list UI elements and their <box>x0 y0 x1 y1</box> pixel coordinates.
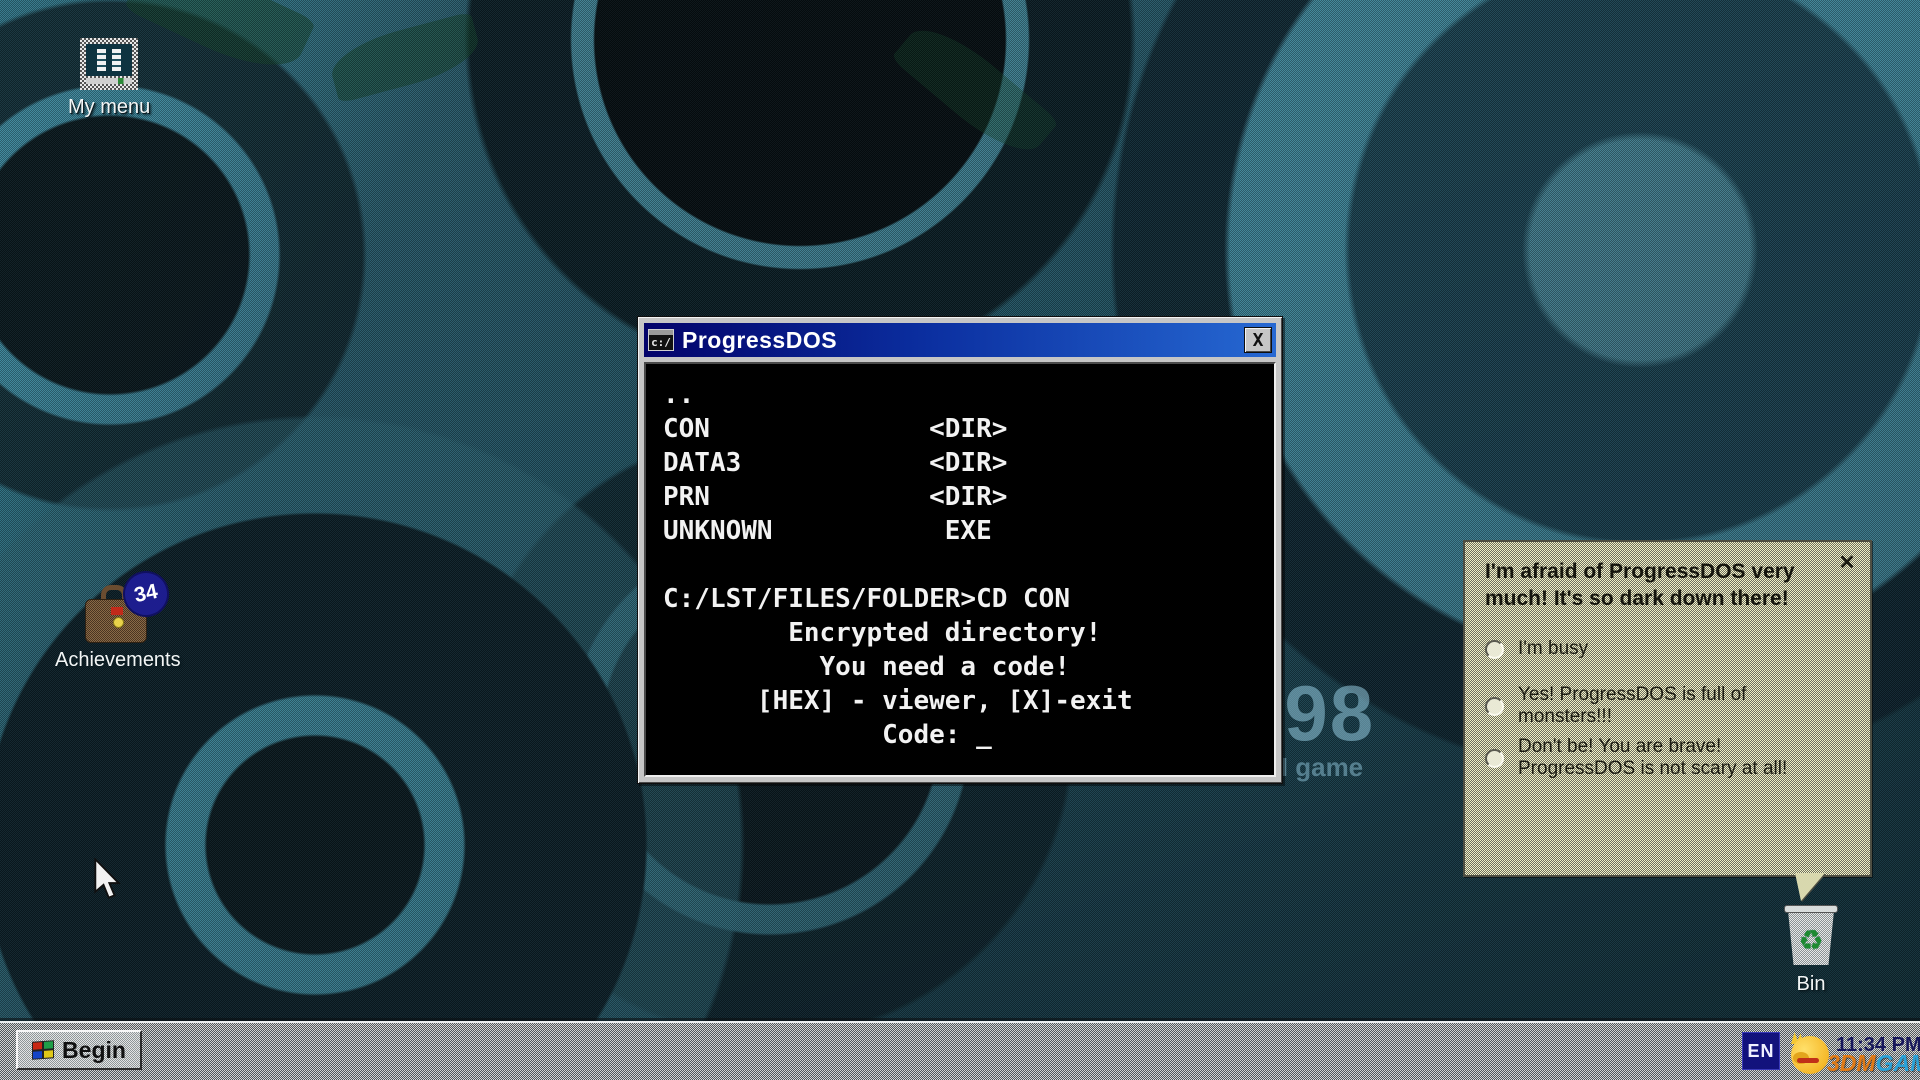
option-label: I'm busy <box>1518 638 1589 659</box>
close-button[interactable]: X <box>1244 327 1272 353</box>
screen: r98 UI game My menu 34 Achievements ♻ Bi… <box>0 0 1920 1080</box>
msdos-icon: c:/ <box>648 329 674 351</box>
language-indicator[interactable]: EN <box>1742 1032 1780 1070</box>
taskbar: Begin EN 11:34 PM <box>0 1021 1920 1080</box>
bubble-close-icon[interactable]: ✕ <box>1836 552 1858 574</box>
radio-button[interactable] <box>1485 696 1504 716</box>
watermark: 3DMGAME <box>1827 1050 1920 1077</box>
mouse-cursor <box>92 856 122 905</box>
assistant-speech-bubble: I'm afraid of ProgressDOS very much! It'… <box>1463 540 1872 901</box>
window-titlebar[interactable]: c:/ ProgressDOS X <box>644 323 1276 357</box>
terminal-text: .. CON <DIR> DATA3 <DIR> PRN <DIR> UNKNO… <box>663 380 1133 750</box>
dos-terminal[interactable]: .. CON <DIR> DATA3 <DIR> PRN <DIR> UNKNO… <box>644 362 1276 777</box>
recycle-symbol: ♻ <box>1798 925 1824 956</box>
radio-button[interactable] <box>1485 639 1504 659</box>
speech-bubble-tail <box>1795 873 1825 901</box>
desktop-icon-my-menu[interactable]: My menu <box>68 38 150 119</box>
progressdos-window: c:/ ProgressDOS X .. CON <DIR> DATA3 <DI… <box>637 316 1283 784</box>
bubble-message: I'm afraid of ProgressDOS very much! It'… <box>1485 560 1795 610</box>
foliage-decoration <box>123 0 317 85</box>
watermark-part2: GAME <box>1875 1050 1920 1076</box>
watermark-part1: 3DM <box>1827 1050 1876 1076</box>
option-full-of-monsters[interactable]: Yes! ProgressDOS is full of monsters!!! <box>1485 684 1832 728</box>
chick-tray-icon[interactable] <box>1789 1032 1831 1076</box>
option-im-busy[interactable]: I'm busy <box>1485 638 1832 660</box>
foliage-decoration <box>325 11 485 104</box>
my-menu-label: My menu <box>68 96 151 118</box>
begin-button[interactable]: Begin <box>16 1030 142 1070</box>
foliage-decoration <box>890 12 1060 168</box>
recycle-bin-icon: ♻ <box>1782 903 1840 967</box>
achievements-label: Achievements <box>55 649 181 671</box>
bin-label: Bin <box>1796 973 1826 995</box>
achievements-icon: 34 <box>84 566 174 643</box>
option-not-scary[interactable]: Don't be! You are brave! ProgressDOS is … <box>1485 736 1832 780</box>
bubble-options: I'm busy Yes! ProgressDOS is full of mon… <box>1485 638 1832 780</box>
option-label: Don't be! You are brave! ProgressDOS is … <box>1518 736 1788 779</box>
begin-flag-icon <box>32 1040 55 1060</box>
window-title: ProgressDOS <box>682 326 838 353</box>
my-menu-icon <box>80 38 139 90</box>
desktop-icon-bin[interactable]: ♻ Bin <box>1782 903 1840 996</box>
arrow-cursor-icon <box>94 856 121 899</box>
begin-button-label: Begin <box>62 1036 126 1063</box>
option-label: Yes! ProgressDOS is full of monsters!!! <box>1518 684 1747 727</box>
radio-button[interactable] <box>1485 748 1504 768</box>
desktop-icon-achievements[interactable]: 34 Achievements <box>55 566 181 672</box>
